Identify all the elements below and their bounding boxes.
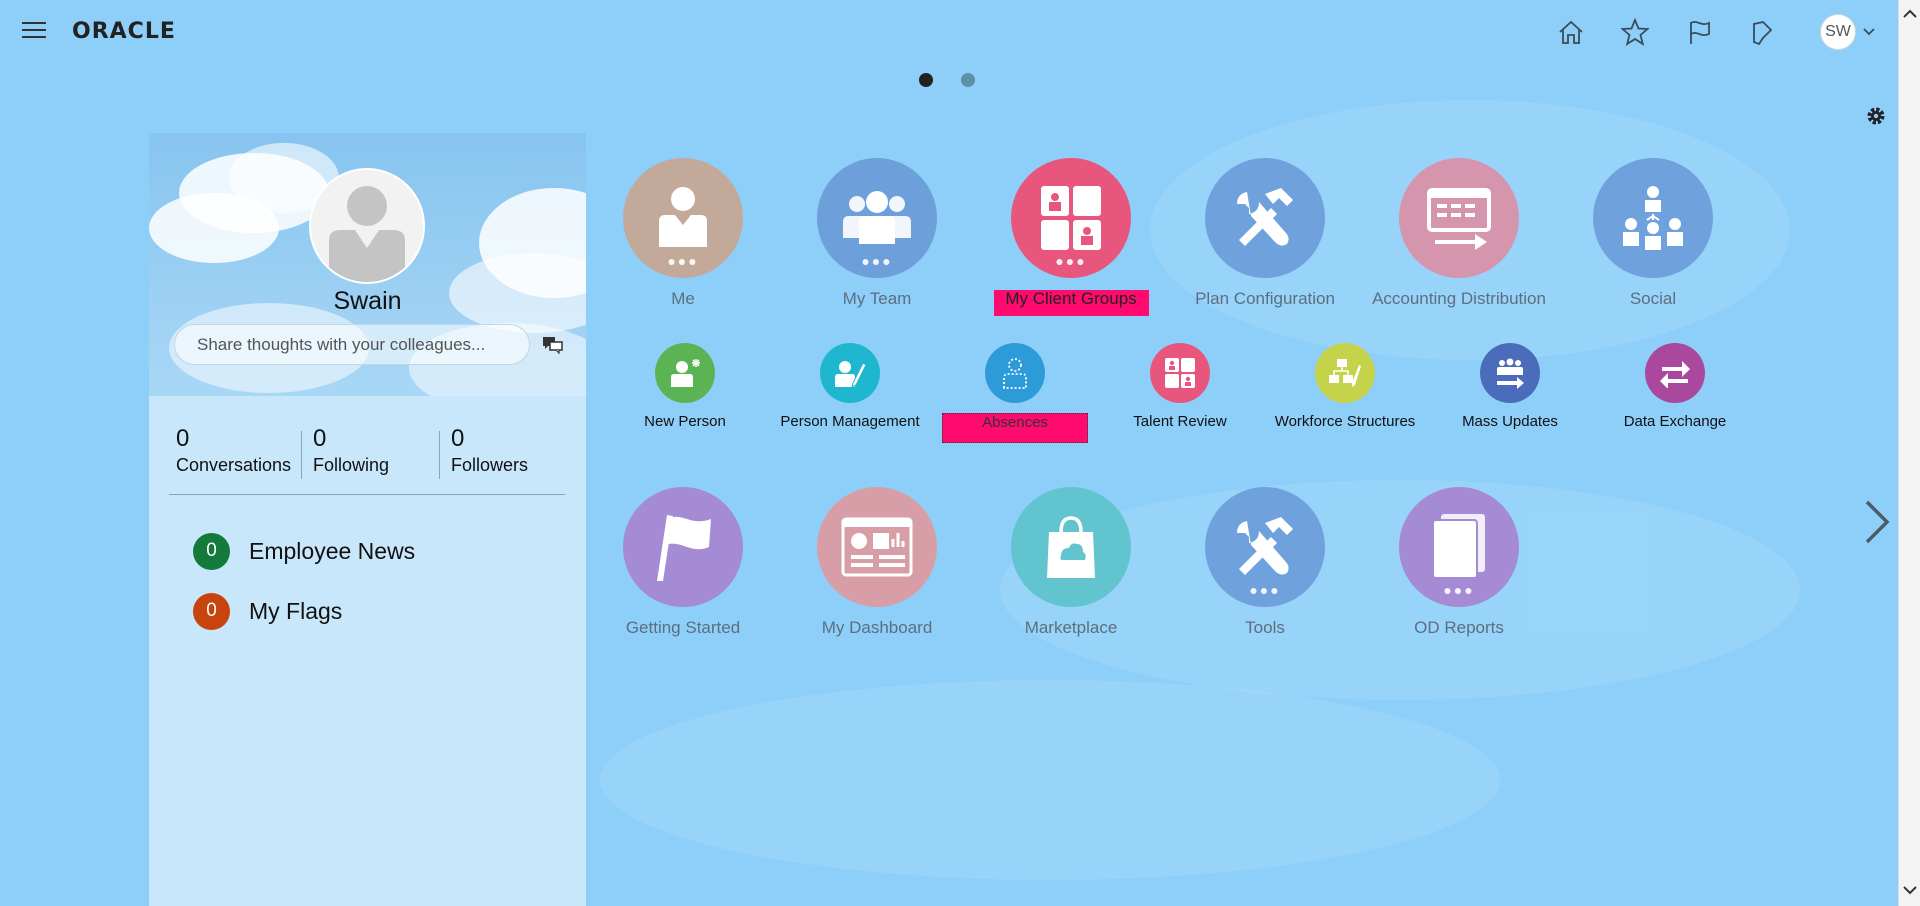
stat-count: 0 (313, 425, 327, 452)
news-label: Employee News (249, 537, 416, 564)
app-mass-updates[interactable]: Mass Updates (1425, 343, 1595, 430)
app-absences[interactable]: Absences (930, 343, 1100, 443)
stat-label: Following (313, 455, 390, 475)
mass-update-icon (1480, 343, 1540, 403)
scroll-up-icon[interactable] (1903, 6, 1917, 24)
app-label: Tools (1245, 618, 1285, 637)
share-thoughts-input[interactable] (174, 324, 530, 365)
app-my-team[interactable]: ●●● My Team (780, 158, 974, 308)
app-marketplace[interactable]: Marketplace (974, 487, 1168, 637)
flag-icon (623, 487, 743, 607)
app-label: My Client Groups (993, 290, 1149, 316)
profile-avatar[interactable] (309, 168, 425, 284)
count-badge: 0 (193, 592, 230, 630)
app-social[interactable]: Social (1556, 158, 1750, 308)
app-tools[interactable]: ●●● Tools (1168, 487, 1362, 637)
employee-news-link[interactable]: 0 Employee News (193, 532, 415, 570)
user-avatar[interactable]: SW (1820, 14, 1856, 50)
scroll-down-icon[interactable] (1903, 882, 1917, 900)
app-person-management[interactable]: Person Management (765, 343, 935, 430)
person-edit-icon (820, 343, 880, 403)
structure-icon (1315, 343, 1375, 403)
gear-icon[interactable] (1864, 104, 1888, 133)
app-label: Data Exchange (1623, 413, 1727, 430)
app-od-reports[interactable]: ●●● OD Reports (1362, 487, 1556, 637)
app-label: OD Reports (1414, 618, 1504, 637)
stat-label: Conversations (176, 455, 292, 475)
app-label: Absences (942, 413, 1088, 443)
divider (169, 494, 565, 495)
client-groups-icon: ●●● (1011, 158, 1131, 278)
ledger-icon (1399, 158, 1519, 278)
my-flags-link[interactable]: 0 My Flags (193, 592, 342, 630)
app-new-person[interactable]: New Person (600, 343, 770, 430)
next-page-chevron-icon[interactable] (1862, 498, 1892, 551)
app-my-dashboard[interactable]: My Dashboard (780, 487, 974, 637)
divider (301, 431, 302, 479)
social-stats: 0 Conversations 0 Following 0 Followers (176, 425, 564, 485)
talent-review-icon (1150, 343, 1210, 403)
app-label: Plan Configuration (1195, 289, 1335, 308)
favorites-star-icon[interactable] (1619, 16, 1651, 48)
app-label: Talent Review (1133, 413, 1227, 430)
new-person-icon (655, 343, 715, 403)
app-label: Accounting Distribution (1372, 289, 1546, 308)
stat-conversations[interactable]: 0 Conversations (176, 425, 291, 475)
app-me[interactable]: ●●● Me (586, 158, 780, 308)
chevron-down-icon[interactable] (1862, 24, 1876, 42)
menu-icon[interactable] (22, 22, 46, 40)
app-my-client-groups[interactable]: ●●● My Client Groups (974, 158, 1168, 316)
app-getting-started[interactable]: Getting Started (586, 487, 780, 637)
oracle-logo[interactable]: ORACLE (72, 19, 176, 44)
app-label: My Dashboard (821, 618, 933, 637)
app-label: Mass Updates (1462, 413, 1558, 430)
stat-followers[interactable]: 0 Followers (451, 425, 528, 475)
profile-banner: Swain (149, 133, 586, 396)
org-icon (1593, 158, 1713, 278)
app-plan-configuration[interactable]: Plan Configuration (1168, 158, 1362, 308)
app-label: Person Management (780, 413, 920, 430)
app-label: New Person (644, 413, 726, 430)
app-label: Getting Started (625, 618, 741, 637)
reports-icon: ●●● (1399, 487, 1519, 607)
background-cloud (600, 680, 1500, 880)
stat-following[interactable]: 0 Following (313, 425, 389, 475)
divider (439, 431, 440, 479)
stat-label: Followers (451, 455, 529, 475)
home-icon[interactable] (1555, 16, 1587, 48)
app-accounting-distribution[interactable]: Accounting Distribution (1362, 158, 1556, 308)
news-label: My Flags (249, 597, 343, 624)
tools-icon: ●●● (1205, 487, 1325, 607)
global-header: ORACLE SW (0, 0, 1898, 64)
app-data-exchange[interactable]: Data Exchange (1590, 343, 1760, 430)
tools-icon (1205, 158, 1325, 278)
app-label: Social (1629, 289, 1677, 308)
flag-icon[interactable] (1683, 16, 1715, 48)
conversation-icon[interactable] (542, 336, 564, 359)
vertical-scrollbar[interactable] (1898, 0, 1920, 906)
app-label: My Team (842, 289, 912, 308)
bag-icon (1011, 487, 1131, 607)
absence-icon (985, 343, 1045, 403)
profile-name[interactable]: Swain (149, 287, 586, 316)
stat-count: 0 (176, 425, 190, 452)
team-icon: ●●● (817, 158, 937, 278)
app-talent-review[interactable]: Talent Review (1095, 343, 1265, 430)
count-badge: 0 (193, 532, 230, 570)
exchange-icon (1645, 343, 1705, 403)
profile-panel: Swain 0 Conversations 0 Following 0 Foll… (149, 133, 586, 906)
app-workforce-structures[interactable]: Workforce Structures (1260, 343, 1430, 430)
person-icon: ●●● (623, 158, 743, 278)
app-label: Marketplace (1024, 618, 1118, 637)
notifications-bell-icon[interactable] (1747, 16, 1779, 48)
page-dot-2[interactable] (961, 73, 975, 87)
dashboard-icon (817, 487, 937, 607)
page-dot-1[interactable] (919, 73, 933, 87)
app-label: Me (671, 289, 695, 308)
app-label: Workforce Structures (1274, 413, 1416, 430)
stat-count: 0 (451, 425, 465, 452)
